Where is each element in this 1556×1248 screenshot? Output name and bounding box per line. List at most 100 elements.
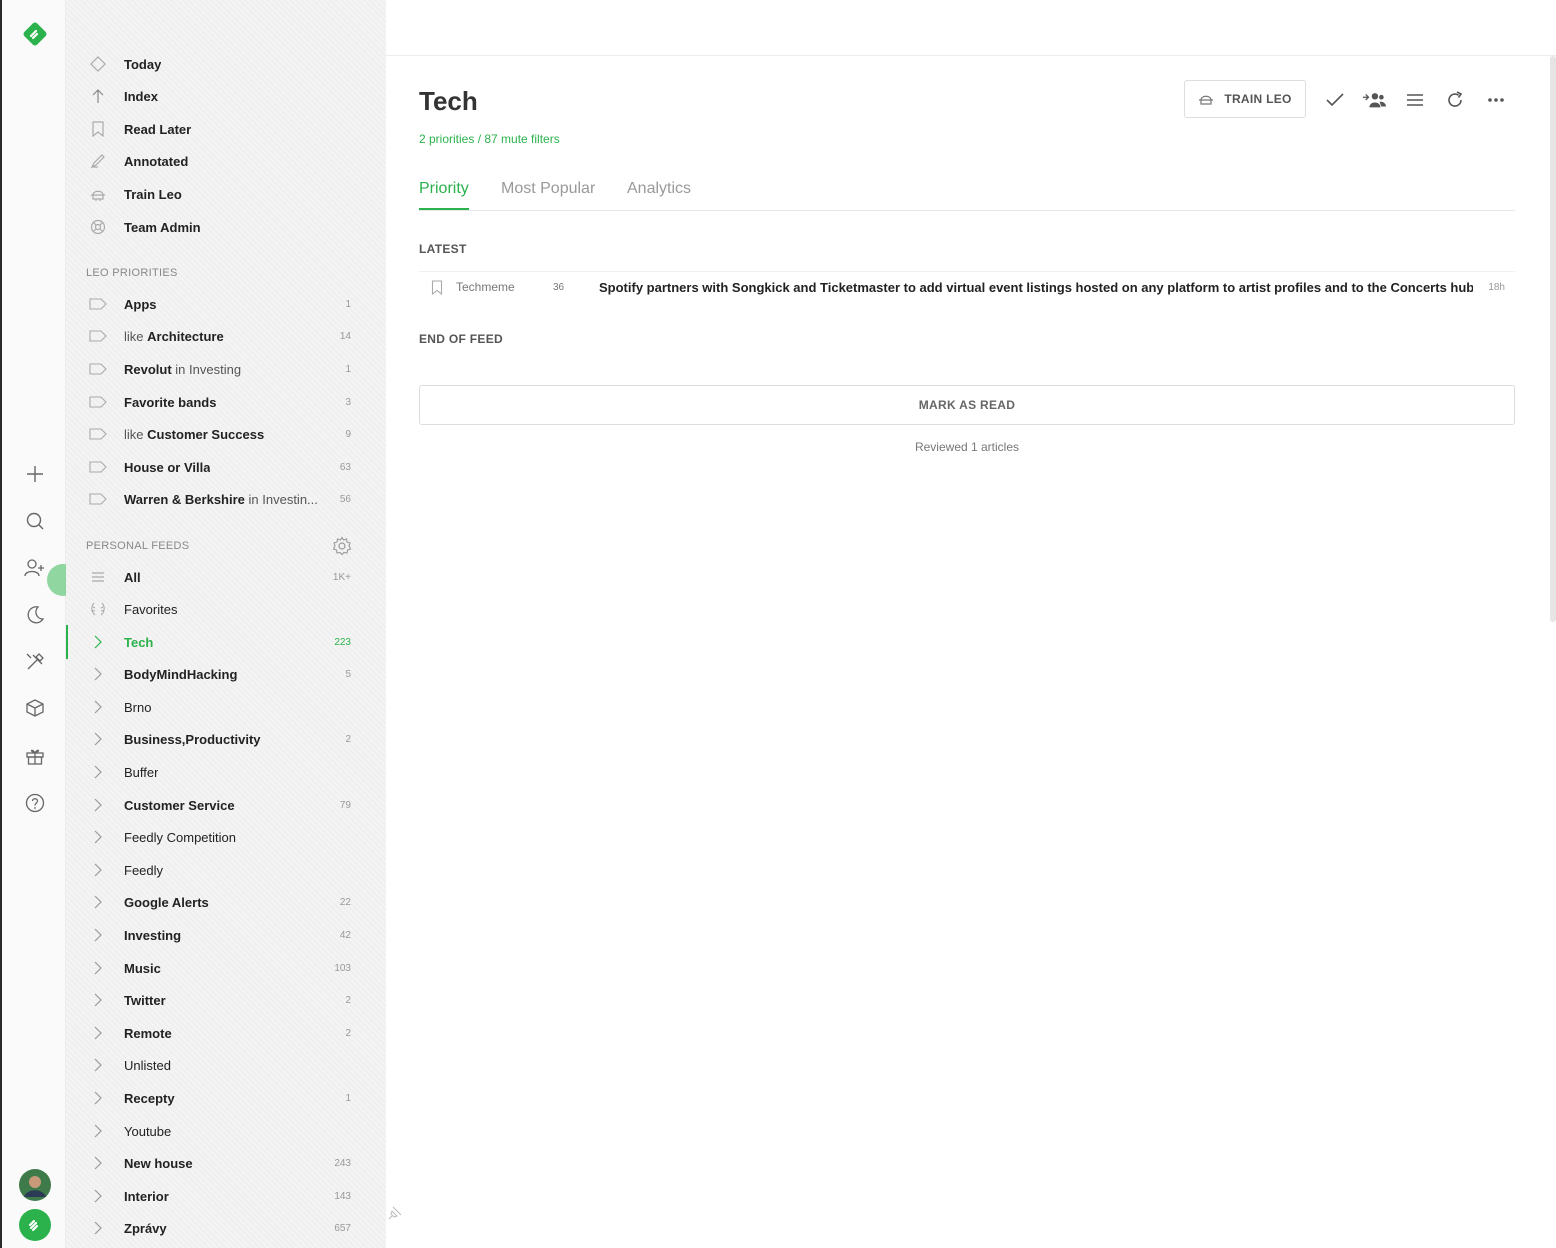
nav-annotated[interactable]: Annotated (66, 146, 386, 176)
feedly-home-icon[interactable] (18, 1208, 52, 1242)
priority-item[interactable]: like Architecture 14 (66, 321, 386, 351)
article-source[interactable]: Techmeme (456, 280, 515, 294)
feed-count: 223 (334, 636, 351, 648)
feed-all[interactable]: All 1K+ (66, 562, 386, 592)
chevron-right-icon (88, 925, 108, 945)
feed-count: 5 (345, 668, 351, 680)
priorities-link[interactable]: 2 priorities / 87 mute filters (419, 132, 560, 146)
feed-item[interactable]: Unlisted (66, 1050, 386, 1080)
feed-label: Customer Service (124, 797, 235, 813)
feed-item[interactable]: Remote 2 (66, 1018, 386, 1048)
feed-count: 79 (339, 799, 351, 811)
priority-item[interactable]: like Customer Success 9 (66, 419, 386, 449)
add-icon[interactable] (18, 457, 52, 491)
feed-item[interactable]: Zprávy 657 (66, 1213, 386, 1243)
nav-annotated-label: Annotated (124, 153, 189, 169)
nav-index-label: Index (124, 88, 158, 104)
feed-item[interactable]: Music 103 (66, 953, 386, 983)
article-row[interactable]: Techmeme 36 Spotify partners with Songki… (419, 271, 1515, 302)
priority-item[interactable]: Warren & Berkshire in Investin... 56 (66, 484, 386, 514)
feed-item[interactable]: Feedly (66, 855, 386, 885)
feed-item[interactable]: Interior 143 (66, 1181, 386, 1211)
feed-favorites[interactable]: Favorites (66, 594, 386, 624)
priority-count: 56 (339, 493, 351, 505)
tag-icon (88, 392, 108, 412)
end-of-feed-label: END OF FEED (419, 332, 503, 346)
feed-item[interactable]: New house 243 (66, 1148, 386, 1178)
feed-item[interactable]: Feedly Competition (66, 822, 386, 852)
nav-index[interactable]: Index (66, 81, 386, 111)
moon-icon[interactable] (18, 598, 52, 632)
feed-item[interactable]: Google Alerts 22 (66, 887, 386, 917)
chevron-right-icon (88, 697, 108, 717)
feed-item[interactable]: Investing 42 (66, 920, 386, 950)
tools-icon[interactable] (18, 645, 52, 679)
pin-icon[interactable] (388, 1206, 404, 1224)
tab-most-popular[interactable]: Most Popular (501, 180, 595, 198)
feed-label: Interior (124, 1188, 169, 1204)
search-icon[interactable] (18, 504, 52, 538)
gift-icon[interactable] (18, 739, 52, 773)
tag-icon (88, 489, 108, 509)
feed-item[interactable]: Business,Productivity 2 (66, 724, 386, 754)
feed-item[interactable]: Recepty 1 (66, 1083, 386, 1113)
page-title: Tech (419, 86, 478, 116)
tabs-divider (419, 210, 1515, 211)
feed-label: Tech (124, 634, 154, 650)
nav-team-admin[interactable]: Team Admin (66, 212, 386, 242)
feed-item[interactable]: Customer Service 79 (66, 790, 386, 820)
refresh-icon[interactable] (1443, 88, 1467, 112)
feed-item[interactable]: Youtube (66, 1116, 386, 1146)
priority-item[interactable]: Apps 1 (66, 289, 386, 319)
feed-item[interactable]: Brno (66, 692, 386, 722)
cube-icon[interactable] (18, 691, 52, 725)
feed-count: 42 (339, 929, 351, 941)
priority-item[interactable]: Revolut in Investing 1 (66, 354, 386, 384)
scrollbar[interactable] (1550, 56, 1556, 622)
train-leo-button[interactable]: TRAIN LEO (1184, 80, 1306, 118)
priority-item[interactable]: House or Villa 63 (66, 452, 386, 482)
priority-item[interactable]: Favorite bands 3 (66, 387, 386, 417)
tab-priority[interactable]: Priority (419, 180, 469, 198)
more-icon[interactable] (1484, 88, 1508, 112)
priority-label: Revolut in Investing (124, 361, 242, 377)
feedly-logo-icon[interactable] (18, 17, 52, 51)
nav-train-leo-label: Train Leo (124, 186, 182, 202)
mark-as-read-button[interactable]: MARK AS READ (419, 385, 1515, 425)
priority-label: like Customer Success (124, 426, 265, 442)
chevron-right-icon (88, 762, 108, 782)
main-content: Tech 2 priorities / 87 mute filters TRAI… (386, 0, 1556, 1248)
feed-label: Youtube (124, 1123, 172, 1139)
chevron-right-icon (88, 1153, 108, 1173)
feed-count: 1 (345, 1092, 351, 1104)
feed-count: 657 (334, 1222, 351, 1234)
tab-analytics[interactable]: Analytics (627, 180, 691, 198)
settings-gear-icon[interactable] (332, 536, 352, 556)
feed-label: Feedly (124, 862, 164, 878)
feed-item[interactable]: Twitter 2 (66, 985, 386, 1015)
check-icon[interactable] (1323, 88, 1347, 112)
share-team-icon[interactable] (1362, 88, 1386, 112)
feed-item[interactable]: Buffer (66, 757, 386, 787)
feed-item-tech[interactable]: Tech 223 (66, 627, 386, 657)
chevron-right-icon (88, 1218, 108, 1238)
tag-icon (88, 424, 108, 444)
nav-team-admin-label: Team Admin (124, 219, 201, 235)
tag-icon (88, 294, 108, 314)
list-view-icon[interactable] (1403, 88, 1427, 112)
feed-item[interactable]: BodyMindHacking 5 (66, 659, 386, 689)
feed-label: Zprávy (124, 1220, 167, 1236)
nav-today[interactable]: Today (66, 49, 386, 79)
tag-icon (88, 326, 108, 346)
diamond-icon (88, 54, 108, 74)
article-title[interactable]: Spotify partners with Songkick and Ticke… (599, 280, 1473, 295)
feed-count: 243 (334, 1157, 351, 1169)
nav-train-leo[interactable]: Train Leo (66, 179, 386, 209)
top-bar (386, 0, 1556, 56)
nav-read-later[interactable]: Read Later (66, 114, 386, 144)
avatar[interactable] (18, 1168, 52, 1202)
help-icon[interactable] (18, 786, 52, 820)
feed-label: Investing (124, 927, 182, 943)
feed-label: Unlisted (124, 1057, 171, 1073)
bookmark-icon[interactable] (431, 280, 443, 300)
